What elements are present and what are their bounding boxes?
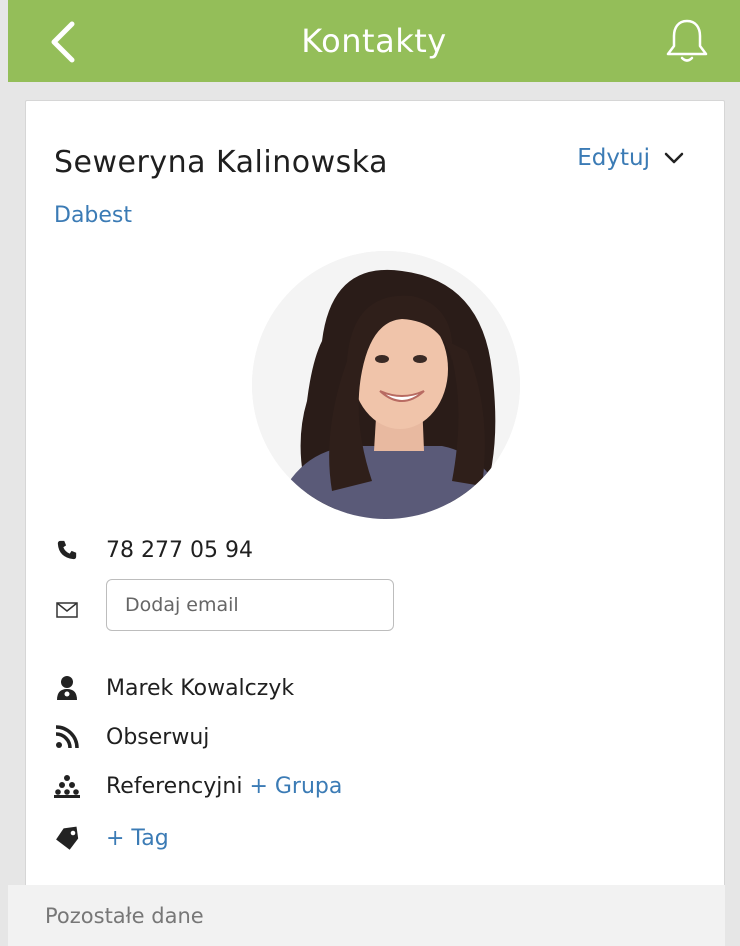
user-icon bbox=[54, 675, 80, 701]
other-data-label: Pozostałe dane bbox=[45, 903, 204, 928]
phone-icon bbox=[54, 537, 80, 563]
page-title: Kontakty bbox=[301, 22, 447, 60]
chevron-left-icon bbox=[51, 21, 75, 63]
follow-row[interactable]: Obserwuj bbox=[54, 724, 209, 750]
tag-icon bbox=[54, 825, 80, 851]
edit-dropdown[interactable]: Edytuj bbox=[577, 145, 684, 171]
company-link[interactable]: Dabest bbox=[54, 203, 132, 228]
group-icon bbox=[54, 773, 80, 799]
follow-label[interactable]: Obserwuj bbox=[106, 725, 209, 750]
back-button[interactable] bbox=[42, 20, 86, 64]
owner-name[interactable]: Marek Kowalczyk bbox=[106, 676, 294, 701]
tag-row: + Tag bbox=[54, 825, 169, 851]
email-field[interactable] bbox=[106, 579, 394, 631]
phone-number[interactable]: 78 277 05 94 bbox=[106, 538, 253, 563]
email-row bbox=[54, 597, 80, 623]
chevron-down-icon bbox=[664, 152, 684, 164]
bell-icon bbox=[666, 19, 708, 62]
envelope-icon bbox=[54, 597, 80, 623]
contact-name: Seweryna Kalinowska bbox=[54, 145, 388, 180]
phone-row: 78 277 05 94 bbox=[54, 537, 253, 563]
group-name[interactable]: Referencyjni bbox=[106, 774, 242, 799]
rss-icon bbox=[54, 724, 80, 750]
avatar-photo bbox=[252, 251, 520, 519]
add-tag-link[interactable]: + Tag bbox=[106, 826, 169, 851]
add-group-link[interactable]: + Grupa bbox=[249, 774, 342, 799]
notifications-button[interactable] bbox=[662, 16, 712, 66]
top-bar: Kontakty bbox=[8, 0, 740, 82]
group-row: Referencyjni + Grupa bbox=[54, 773, 342, 799]
contact-card: Seweryna Kalinowska Edytuj Dabest 78 277… bbox=[25, 100, 725, 946]
owner-row: Marek Kowalczyk bbox=[54, 675, 294, 701]
other-data-section[interactable]: Pozostałe dane bbox=[8, 885, 725, 946]
avatar[interactable] bbox=[252, 251, 520, 519]
group-row-text: Referencyjni + Grupa bbox=[106, 774, 342, 799]
edit-label: Edytuj bbox=[577, 145, 650, 171]
